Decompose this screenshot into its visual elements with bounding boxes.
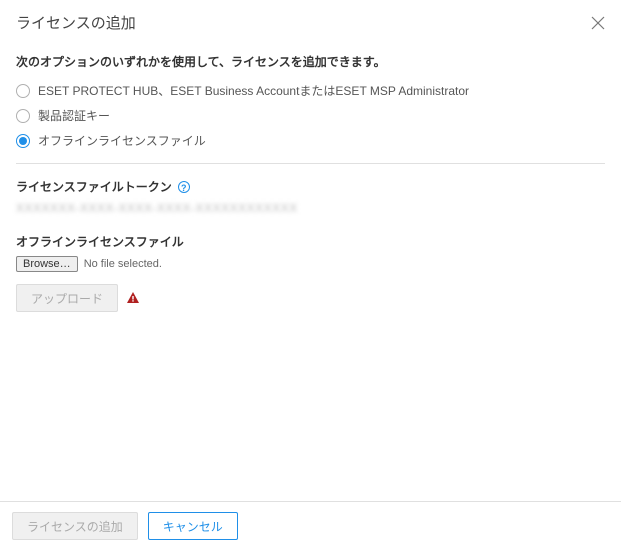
- browse-button[interactable]: Browse…: [16, 256, 78, 272]
- no-file-text: No file selected.: [84, 258, 162, 270]
- dialog-title: ライセンスの追加: [16, 12, 136, 33]
- file-section-label: オフラインライセンスファイル: [16, 233, 184, 250]
- upload-button: アップロード: [16, 284, 118, 312]
- add-license-button: ライセンスの追加: [12, 512, 138, 540]
- option-label: 製品認証キー: [38, 107, 110, 124]
- option-product-key[interactable]: 製品認証キー: [16, 107, 605, 124]
- option-eset-accounts[interactable]: ESET PROTECT HUB、ESET Business Accountまた…: [16, 82, 605, 99]
- help-icon[interactable]: ?: [178, 181, 190, 193]
- radio-icon: [16, 84, 30, 98]
- file-label-text: オフラインライセンスファイル: [16, 233, 184, 250]
- dialog-footer: ライセンスの追加 キャンセル: [0, 501, 621, 550]
- divider: [16, 163, 605, 164]
- radio-icon: [16, 134, 30, 148]
- token-section-label: ライセンスファイルトークン ?: [16, 178, 190, 195]
- option-label: ESET PROTECT HUB、ESET Business Accountまた…: [38, 82, 469, 99]
- radio-icon: [16, 109, 30, 123]
- token-value: XXXXXXX-XXXX-XXXX-XXXX-XXXXXXXXXXXX: [16, 201, 605, 215]
- option-label: オフラインライセンスファイル: [38, 132, 206, 149]
- warning-icon: [126, 291, 140, 305]
- token-label-text: ライセンスファイルトークン: [16, 178, 172, 195]
- instruction-text: 次のオプションのいずれかを使用して、ライセンスを追加できます。: [16, 53, 605, 70]
- cancel-button[interactable]: キャンセル: [148, 512, 238, 540]
- close-icon[interactable]: [591, 16, 605, 30]
- option-offline-file[interactable]: オフラインライセンスファイル: [16, 132, 605, 149]
